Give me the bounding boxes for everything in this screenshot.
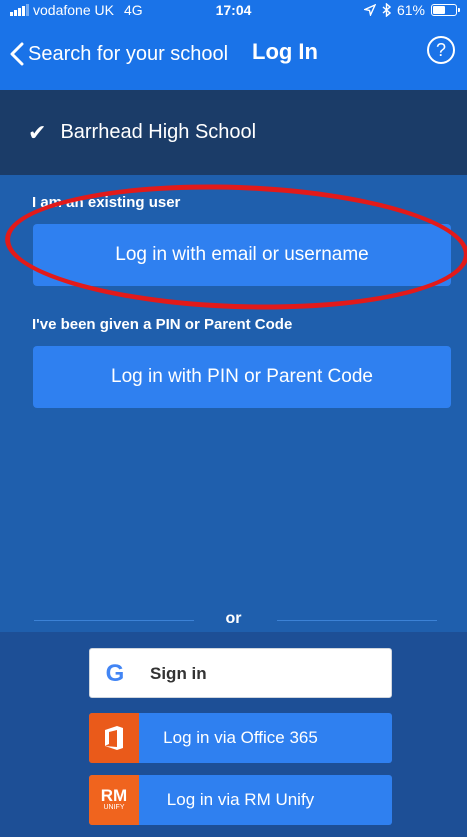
rm-unify-login-button[interactable]: RM UNIFY Log in via RM Unify xyxy=(89,775,392,825)
location-icon xyxy=(363,4,376,16)
rm-unify-login-label: Log in via RM Unify xyxy=(166,790,315,809)
bluetooth-icon xyxy=(382,3,391,17)
help-icon[interactable]: ? xyxy=(427,36,455,64)
nav-bar: Search for your school Log In ? xyxy=(0,22,467,90)
office365-login-label: Log in via Office 365 xyxy=(163,728,318,747)
status-bar: vodafone UK 4G 17:04 61% xyxy=(0,0,467,22)
google-icon: G xyxy=(105,660,125,687)
chevron-left-icon xyxy=(10,42,24,66)
battery-fill xyxy=(433,6,445,14)
office365-login-button[interactable]: Log in via Office 365 xyxy=(89,713,392,763)
status-right: 61% xyxy=(363,2,460,18)
back-button[interactable]: Search for your school xyxy=(10,42,228,66)
annotation-highlight-ellipse xyxy=(2,176,467,318)
battery-icon xyxy=(431,4,460,16)
google-sign-in-label: Sign in xyxy=(150,664,207,683)
selected-school-bar[interactable]: ✔ Barrhead High School xyxy=(0,90,467,175)
login-pin-button[interactable]: Log in with PIN or Parent Code xyxy=(33,346,451,408)
page-title: Log In xyxy=(252,39,318,64)
school-name: Barrhead High School xyxy=(60,121,257,143)
checkmark-icon: ✔ xyxy=(28,119,47,145)
battery-percent: 61% xyxy=(396,2,425,18)
or-divider-label: or xyxy=(225,610,242,627)
google-sign-in-button[interactable]: G Sign in xyxy=(89,648,392,698)
pin-label: I've been given a PIN or Parent Code xyxy=(32,316,293,333)
back-label: Search for your school xyxy=(28,42,229,65)
